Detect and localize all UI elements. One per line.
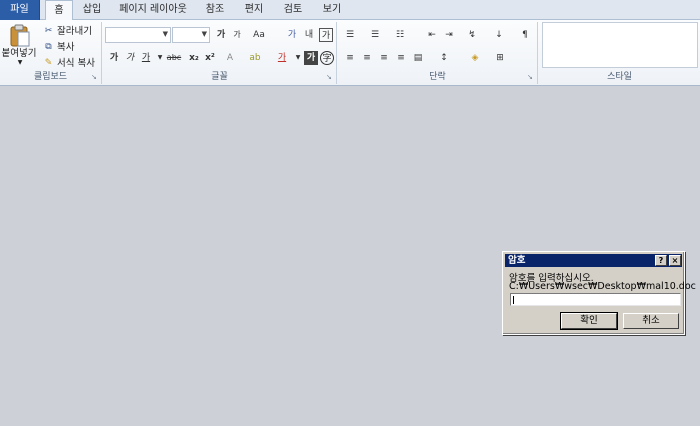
tab-review[interactable]: 검토 <box>281 0 305 20</box>
clipboard-group: 붙여넣기 ▼ ✂ 잘라내기 ⧉ 복사 ✎ 서식 복사 클립보드 ↘ <box>0 22 102 84</box>
shading-icon[interactable]: ◈ <box>468 51 482 65</box>
ribbon: 붙여넣기 ▼ ✂ 잘라내기 ⧉ 복사 ✎ 서식 복사 클립보드 ↘ ▼ ▼ 가 … <box>0 20 700 86</box>
shrink-font-button[interactable]: 가 <box>230 28 244 42</box>
scissors-icon: ✂ <box>44 26 53 36</box>
dialog-launcher-icon[interactable]: ↘ <box>326 74 333 81</box>
ok-button[interactable]: 확인 <box>560 312 618 330</box>
styles-group: 스타일 <box>539 22 700 84</box>
format-painter-button[interactable]: ✎ 서식 복사 <box>42 56 95 71</box>
copy-label: 복사 <box>57 42 75 53</box>
tab-home[interactable]: 홈 <box>45 0 73 21</box>
char-shading-icon[interactable]: 가 <box>304 51 318 65</box>
bold-button[interactable]: 가 <box>107 51 121 65</box>
chevron-down-icon[interactable]: ▼ <box>291 51 305 65</box>
paste-label: 붙여넣기 <box>1 48 37 59</box>
dialog-titlebar[interactable]: 암호 ? × <box>505 254 682 267</box>
bullets-icon[interactable]: ☰ <box>343 28 357 42</box>
copy-button[interactable]: ⧉ 복사 <box>42 40 74 55</box>
distribute-icon[interactable]: ▤ <box>411 51 425 65</box>
superscript-icon[interactable]: x² <box>203 51 217 65</box>
chevron-down-icon: ▼ <box>162 30 168 38</box>
tab-file[interactable]: 파일 <box>0 0 40 20</box>
align-left-icon[interactable]: ≡ <box>343 51 357 65</box>
grow-font-button[interactable]: 가 <box>214 28 228 42</box>
cancel-button[interactable]: 취소 <box>623 313 679 329</box>
tab-insert[interactable]: 삽입 <box>80 0 104 20</box>
highlight-icon[interactable]: ab <box>248 51 262 65</box>
clipboard-icon <box>10 24 30 47</box>
strikethrough-button[interactable]: abc <box>165 51 183 65</box>
decrease-indent-icon[interactable]: ⇤ <box>425 28 439 42</box>
align-right-icon[interactable]: ≡ <box>377 51 391 65</box>
ribbon-tab-bar: 파일 홈 삽입 페이지 레이아웃 참조 편지 검토 보기 <box>0 0 700 21</box>
document-path: C:₩Users₩wsec₩Desktop₩mal10.doc <box>509 281 696 292</box>
borders-icon[interactable]: ⊞ <box>493 51 507 65</box>
close-icon[interactable]: × <box>669 255 681 266</box>
show-marks-icon[interactable]: ¶ <box>518 28 532 42</box>
text-caret <box>513 296 514 304</box>
dialog-launcher-icon[interactable]: ↘ <box>91 74 98 81</box>
dialog-title: 암호 <box>508 255 526 266</box>
char-border-button[interactable]: 가 <box>319 28 333 42</box>
paragraph-group: ☰ ☰ ☷ ⇤ ⇥ ↯ ↓ ¶ ≡ ≡ ≡ ≡ ▤ ↕ ◈ ⊞ 단락 ↘ <box>338 22 538 84</box>
tab-view[interactable]: 보기 <box>320 0 344 20</box>
sort-icon[interactable]: ↓ <box>492 28 506 42</box>
align-center-icon[interactable]: ≡ <box>360 51 374 65</box>
help-icon[interactable]: ? <box>655 255 667 266</box>
underline-button[interactable]: 가 <box>139 51 153 65</box>
chevron-down-icon: ▼ <box>17 59 23 66</box>
password-dialog: 암호 ? × 암호를 입력하십시오. C:₩Users₩wsec₩Desktop… <box>502 251 696 335</box>
tab-mailings[interactable]: 편지 <box>242 0 266 20</box>
phonetic-guide-button[interactable]: 내 <box>302 28 316 42</box>
multilevel-list-icon[interactable]: ☷ <box>393 28 407 42</box>
dialog-launcher-icon[interactable]: ↘ <box>527 74 534 81</box>
numbering-icon[interactable]: ☰ <box>368 28 382 42</box>
chevron-down-icon: ▼ <box>201 30 207 38</box>
italic-button[interactable]: 가 <box>123 51 137 65</box>
justify-icon[interactable]: ≡ <box>394 51 408 65</box>
tab-references[interactable]: 참조 <box>203 0 227 20</box>
clipboard-group-label: 클립보드 <box>33 72 68 82</box>
paragraph-group-label: 단락 <box>429 72 446 82</box>
font-group-label: 글꼴 <box>211 72 228 82</box>
cut-label: 잘라내기 <box>57 26 92 37</box>
change-case-button[interactable]: Aa <box>250 28 268 42</box>
increase-indent-icon[interactable]: ⇥ <box>442 28 456 42</box>
paste-button[interactable]: 붙여넣기 ▼ <box>2 23 38 71</box>
line-spacing-icon[interactable]: ↕ <box>437 51 451 65</box>
styles-group-label: 스타일 <box>607 72 632 82</box>
subscript-icon[interactable]: x₂ <box>187 51 201 65</box>
copy-icon: ⧉ <box>45 42 52 52</box>
format-painter-label: 서식 복사 <box>57 58 95 69</box>
font-name-combo[interactable]: ▼ <box>105 27 171 43</box>
enclose-char-icon[interactable]: 字 <box>320 51 334 65</box>
font-group: ▼ ▼ 가 가 Aa 가 내 가 가 가 가 ▼ abc x₂ x² A ab … <box>103 22 337 84</box>
font-size-combo[interactable]: ▼ <box>172 27 210 43</box>
font-color-icon[interactable]: 가 <box>275 51 289 65</box>
clear-format-button[interactable]: 가 <box>285 28 299 42</box>
paintbrush-icon: ✎ <box>44 58 53 68</box>
text-effects-icon[interactable]: A <box>223 51 237 65</box>
text-direction-icon[interactable]: ↯ <box>465 28 479 42</box>
password-input[interactable] <box>510 293 681 306</box>
cut-button[interactable]: ✂ 잘라내기 <box>42 24 92 39</box>
tab-page-layout[interactable]: 페이지 레이아웃 <box>115 0 191 20</box>
